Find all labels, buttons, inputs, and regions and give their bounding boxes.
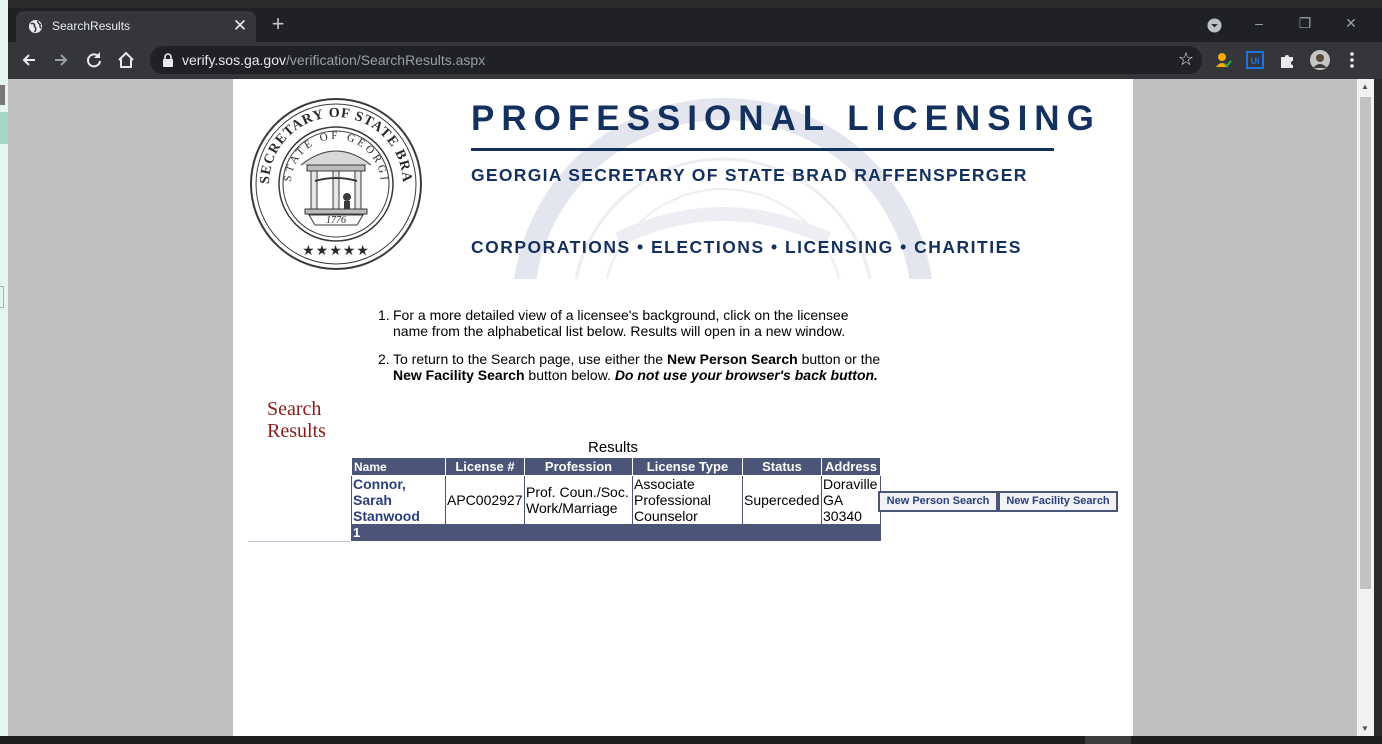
- table-row: Connor, Sarah Stanwood APC002927 Prof. C…: [351, 475, 881, 525]
- lock-icon[interactable]: [161, 53, 175, 67]
- new-tab-button[interactable]: +: [266, 13, 290, 37]
- extensions-puzzle-icon[interactable]: [1277, 50, 1297, 70]
- scroll-thumb[interactable]: [1360, 97, 1371, 589]
- ui-extension-icon[interactable]: Ui: [1245, 50, 1265, 70]
- url-text[interactable]: verify.sos.ga.gov/verification/SearchRes…: [182, 52, 485, 68]
- profession: Prof. Coun./Soc. Work/Marriage: [524, 475, 633, 525]
- svg-text:1776: 1776: [326, 215, 346, 226]
- column-header-status[interactable]: Status: [742, 457, 822, 476]
- home-icon[interactable]: [115, 49, 137, 71]
- globe-icon: [28, 19, 43, 34]
- status: Superceded: [742, 475, 822, 525]
- back-icon[interactable]: [18, 49, 40, 71]
- svg-text:★★★★★: ★★★★★: [302, 243, 370, 259]
- bookmark-star-icon[interactable]: ☆: [1178, 49, 1194, 70]
- forward-icon[interactable]: [50, 49, 72, 71]
- page-number[interactable]: 1: [351, 524, 881, 541]
- taskbar: [0, 736, 1382, 744]
- close-window-button[interactable]: ✕: [1341, 13, 1361, 33]
- maximize-button[interactable]: ❐: [1295, 13, 1315, 33]
- scroll-down-icon[interactable]: ▼: [1361, 724, 1369, 733]
- instruction-item: 2. To return to the Search page, use eit…: [378, 351, 881, 383]
- page-title: PROFESSIONAL LICENSING: [471, 99, 1101, 138]
- column-header-address[interactable]: Address: [821, 457, 881, 476]
- results-caption: Results: [588, 439, 639, 456]
- tab-search-results[interactable]: SearchResults ✕: [16, 11, 256, 42]
- menu-kebab-icon[interactable]: [1342, 50, 1362, 70]
- page-content: SECRETARY OF STATE BRAD RAFFENSPERGER ST…: [233, 79, 1133, 736]
- licensee-name-link[interactable]: Connor, Sarah Stanwood: [351, 475, 446, 525]
- page-subtitle: GEORGIA SECRETARY OF STATE BRAD RAFFENSP…: [471, 165, 1028, 185]
- license-number: APC002927: [445, 475, 525, 525]
- instructions-list: 1. For a more detailed view of a license…: [378, 307, 893, 383]
- new-facility-search-button[interactable]: New Facility Search: [998, 491, 1118, 512]
- pager-row: 1: [351, 524, 881, 541]
- svg-text:Ui: Ui: [1251, 56, 1260, 66]
- search-results-heading: Search Results: [267, 398, 326, 442]
- header-divider: [471, 148, 1054, 151]
- profile-extension-icon[interactable]: [1213, 50, 1233, 70]
- new-person-search-button[interactable]: New Person Search: [878, 491, 998, 512]
- tab-bar: SearchResults ✕ + – ❐ ✕: [8, 8, 1382, 42]
- georgia-state-seal: SECRETARY OF STATE BRAD RAFFENSPERGER ST…: [249, 97, 422, 270]
- background-window-edge: [0, 0, 8, 744]
- browser-chrome: SearchResults ✕ + – ❐ ✕ verify.sos.ga.go…: [8, 8, 1382, 79]
- screen: SearchResults ✕ + – ❐ ✕ verify.sos.ga.go…: [0, 0, 1382, 744]
- scroll-up-icon[interactable]: ▲: [1361, 82, 1369, 91]
- avatar[interactable]: [1310, 50, 1330, 70]
- table-header-row: Name License # Profession License Type S…: [351, 457, 881, 476]
- tab-title: SearchResults: [52, 19, 131, 33]
- browser-toolbar: verify.sos.ga.gov/verification/SearchRes…: [8, 42, 1382, 79]
- reload-icon[interactable]: [83, 49, 105, 71]
- results-table: Name License # Profession License Type S…: [351, 457, 881, 541]
- column-header-license-type[interactable]: License Type: [632, 457, 743, 476]
- divisions-line: CORPORATIONS • ELECTIONS • LICENSING • C…: [471, 237, 1022, 257]
- minimize-button[interactable]: –: [1249, 13, 1269, 33]
- license-type: Associate Professional Counselor: [632, 475, 743, 525]
- tab-close-icon[interactable]: ✕: [230, 16, 250, 36]
- address: Doraville GA 30340: [821, 475, 881, 525]
- address-bar[interactable]: verify.sos.ga.gov/verification/SearchRes…: [150, 46, 1202, 74]
- divider: [248, 541, 350, 542]
- column-header-name[interactable]: Name: [351, 457, 446, 476]
- web-viewport: SECRETARY OF STATE BRAD RAFFENSPERGER ST…: [8, 79, 1357, 736]
- tab-search-icon[interactable]: [1207, 18, 1222, 33]
- vertical-scrollbar[interactable]: ▲ ▼: [1357, 79, 1374, 736]
- column-header-license[interactable]: License #: [445, 457, 525, 476]
- column-header-profession[interactable]: Profession: [524, 457, 633, 476]
- instruction-item: 1. For a more detailed view of a license…: [378, 307, 849, 339]
